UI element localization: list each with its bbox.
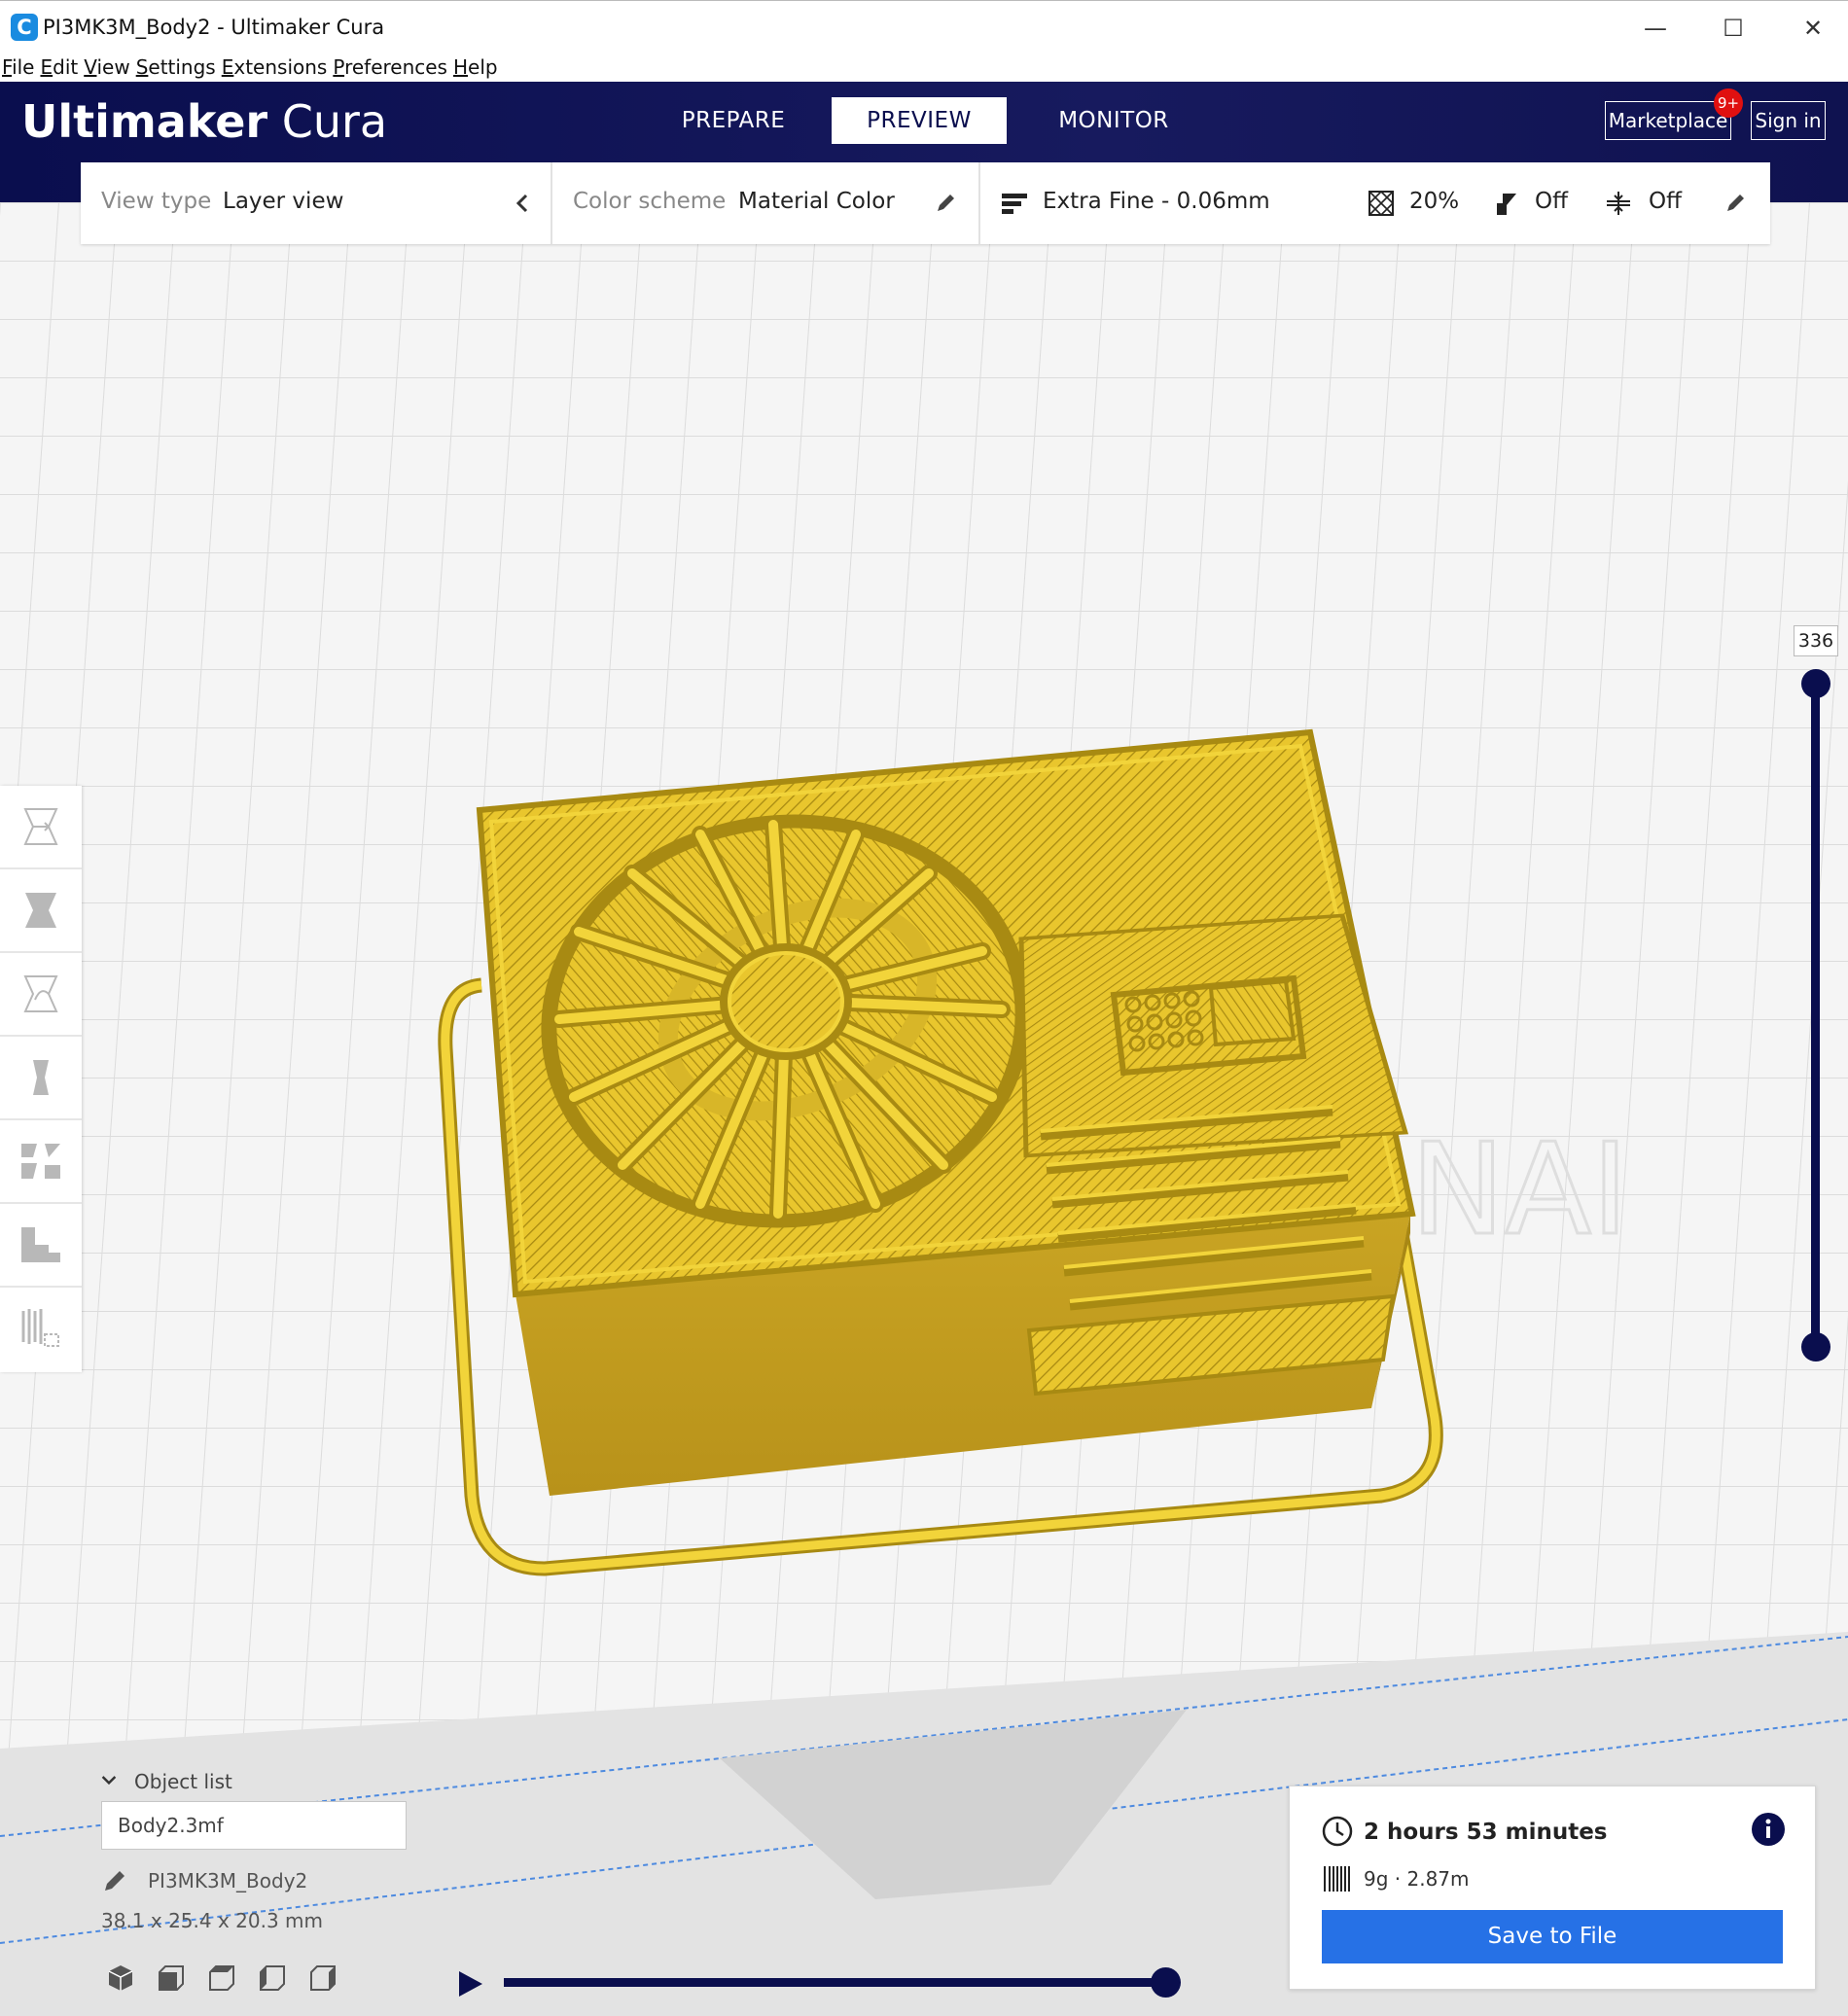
menu-extensions[interactable]: Extensions	[222, 54, 328, 80]
adhesion-value: Off	[1649, 189, 1682, 214]
move-tool-button[interactable]	[0, 786, 82, 869]
view-type-value: Layer view	[223, 189, 344, 214]
object-name[interactable]: PI3MK3M_Body2	[148, 1869, 307, 1892]
tab-monitor[interactable]: MONITOR	[1043, 97, 1185, 144]
move-icon	[23, 808, 58, 845]
view-toolbar: View type Layer view Color scheme Materi…	[81, 162, 1770, 244]
cura-app-icon: C	[11, 14, 38, 41]
mesh-tools-icon	[21, 1309, 59, 1347]
color-scheme-value: Material Color	[738, 189, 895, 214]
window-title: PI3MK3M_Body2 - Ultimaker Cura	[43, 16, 385, 39]
mirror-tool-button[interactable]	[0, 1037, 82, 1120]
mirror-icon	[33, 1060, 49, 1095]
play-icon[interactable]	[455, 1969, 484, 1998]
material-usage: 9g · 2.87m	[1364, 1867, 1470, 1891]
menu-edit[interactable]: Edit	[40, 54, 78, 80]
object-dimensions: 38.1 x 25.4 x 20.3 mm	[101, 1909, 324, 1932]
view-3d-icon[interactable]	[105, 1963, 136, 1994]
3d-viewport[interactable]: NAI	[0, 202, 1848, 2016]
per-model-settings-icon	[21, 1144, 60, 1179]
pencil-icon[interactable]	[1722, 190, 1749, 217]
layer-slider-top-handle[interactable]	[1801, 669, 1830, 698]
view-front-icon[interactable]	[156, 1963, 187, 1994]
title-bar: C PI3MK3M_Body2 - Ultimaker Cura — ☐ ✕	[0, 0, 1848, 54]
clock-icon	[1322, 1816, 1353, 1847]
object-list-file[interactable]: Body2.3mf	[101, 1801, 407, 1850]
print-info-panel: 2 hours 53 minutes 9g · 2.87m Save to Fi…	[1289, 1786, 1816, 1990]
layer-slider-bottom-handle[interactable]	[1801, 1332, 1830, 1362]
menu-help[interactable]: Help	[453, 54, 498, 80]
menu-file[interactable]: File	[2, 54, 34, 80]
object-list-label: Object list	[134, 1770, 232, 1793]
print-time: 2 hours 53 minutes	[1364, 1820, 1608, 1845]
support-value: Off	[1535, 189, 1568, 214]
support-blocker-icon	[21, 1227, 60, 1262]
sign-in-button[interactable]: Sign in	[1751, 101, 1826, 140]
close-button[interactable]: ✕	[1784, 11, 1842, 46]
tab-prepare[interactable]: PREPARE	[661, 97, 805, 144]
scale-tool-button[interactable]	[0, 869, 82, 953]
simulation-slider-track[interactable]	[504, 1978, 1165, 1987]
per-model-settings-button[interactable]	[0, 1120, 82, 1204]
infill-icon	[1368, 190, 1395, 217]
color-scheme-label: Color scheme	[573, 189, 727, 214]
quality-profile-value: Extra Fine - 0.06mm	[1043, 189, 1270, 214]
tool-panel	[0, 786, 82, 1372]
maximize-button[interactable]: ☐	[1704, 11, 1762, 46]
pencil-icon[interactable]	[101, 1867, 128, 1894]
menu-bar: File Edit View Settings Extensions Preference…	[0, 54, 1848, 82]
rotate-tool-button[interactable]	[0, 953, 82, 1037]
build-plate-scene: NAI	[0, 202, 1848, 2016]
mesh-tools-button[interactable]	[0, 1288, 82, 1369]
marketplace-badge: 9+	[1714, 88, 1743, 118]
menu-preferences[interactable]: Preferences	[333, 54, 447, 80]
layer-number-label[interactable]: 336	[1794, 625, 1838, 656]
view-type-selector[interactable]: View type Layer view	[81, 162, 551, 244]
plate-watermark-letters: NAI	[1410, 1115, 1629, 1263]
layer-slider-track[interactable]	[1811, 681, 1820, 1348]
simulation-slider-handle[interactable]	[1150, 1967, 1181, 1998]
chevron-down-icon	[101, 1776, 117, 1786]
save-to-file-button[interactable]: Save to File	[1322, 1910, 1783, 1963]
object-list-toggle[interactable]: Object list	[101, 1770, 232, 1793]
info-icon[interactable]	[1751, 1812, 1786, 1847]
filament-spool-icon	[1324, 1866, 1350, 1892]
pencil-icon[interactable]	[932, 190, 959, 217]
rotate-icon	[23, 975, 58, 1012]
view-right-icon[interactable]	[307, 1963, 338, 1994]
view-type-label: View type	[101, 189, 212, 214]
quality-profile-icon	[1002, 194, 1027, 214]
view-left-icon[interactable]	[257, 1963, 288, 1994]
view-top-icon[interactable]	[206, 1963, 237, 1994]
marketplace-button[interactable]: Marketplace	[1605, 101, 1731, 140]
menu-view[interactable]: View	[84, 54, 129, 80]
tab-preview[interactable]: PREVIEW	[832, 97, 1007, 144]
infill-value: 20%	[1409, 189, 1460, 214]
minimize-button[interactable]: —	[1626, 11, 1685, 46]
support-icon	[1497, 194, 1516, 215]
menu-settings[interactable]: Settings	[136, 54, 216, 80]
color-scheme-selector[interactable]: Color scheme Material Color	[552, 162, 978, 244]
brand-logo: Ultimaker Cura	[21, 95, 388, 148]
adhesion-icon	[1607, 192, 1630, 215]
support-blocker-button[interactable]	[0, 1204, 82, 1288]
chevron-left-icon[interactable]	[509, 190, 536, 217]
print-settings-selector[interactable]: Extra Fine - 0.06mm 20% Off Off	[980, 162, 1770, 244]
scale-icon	[25, 893, 56, 928]
